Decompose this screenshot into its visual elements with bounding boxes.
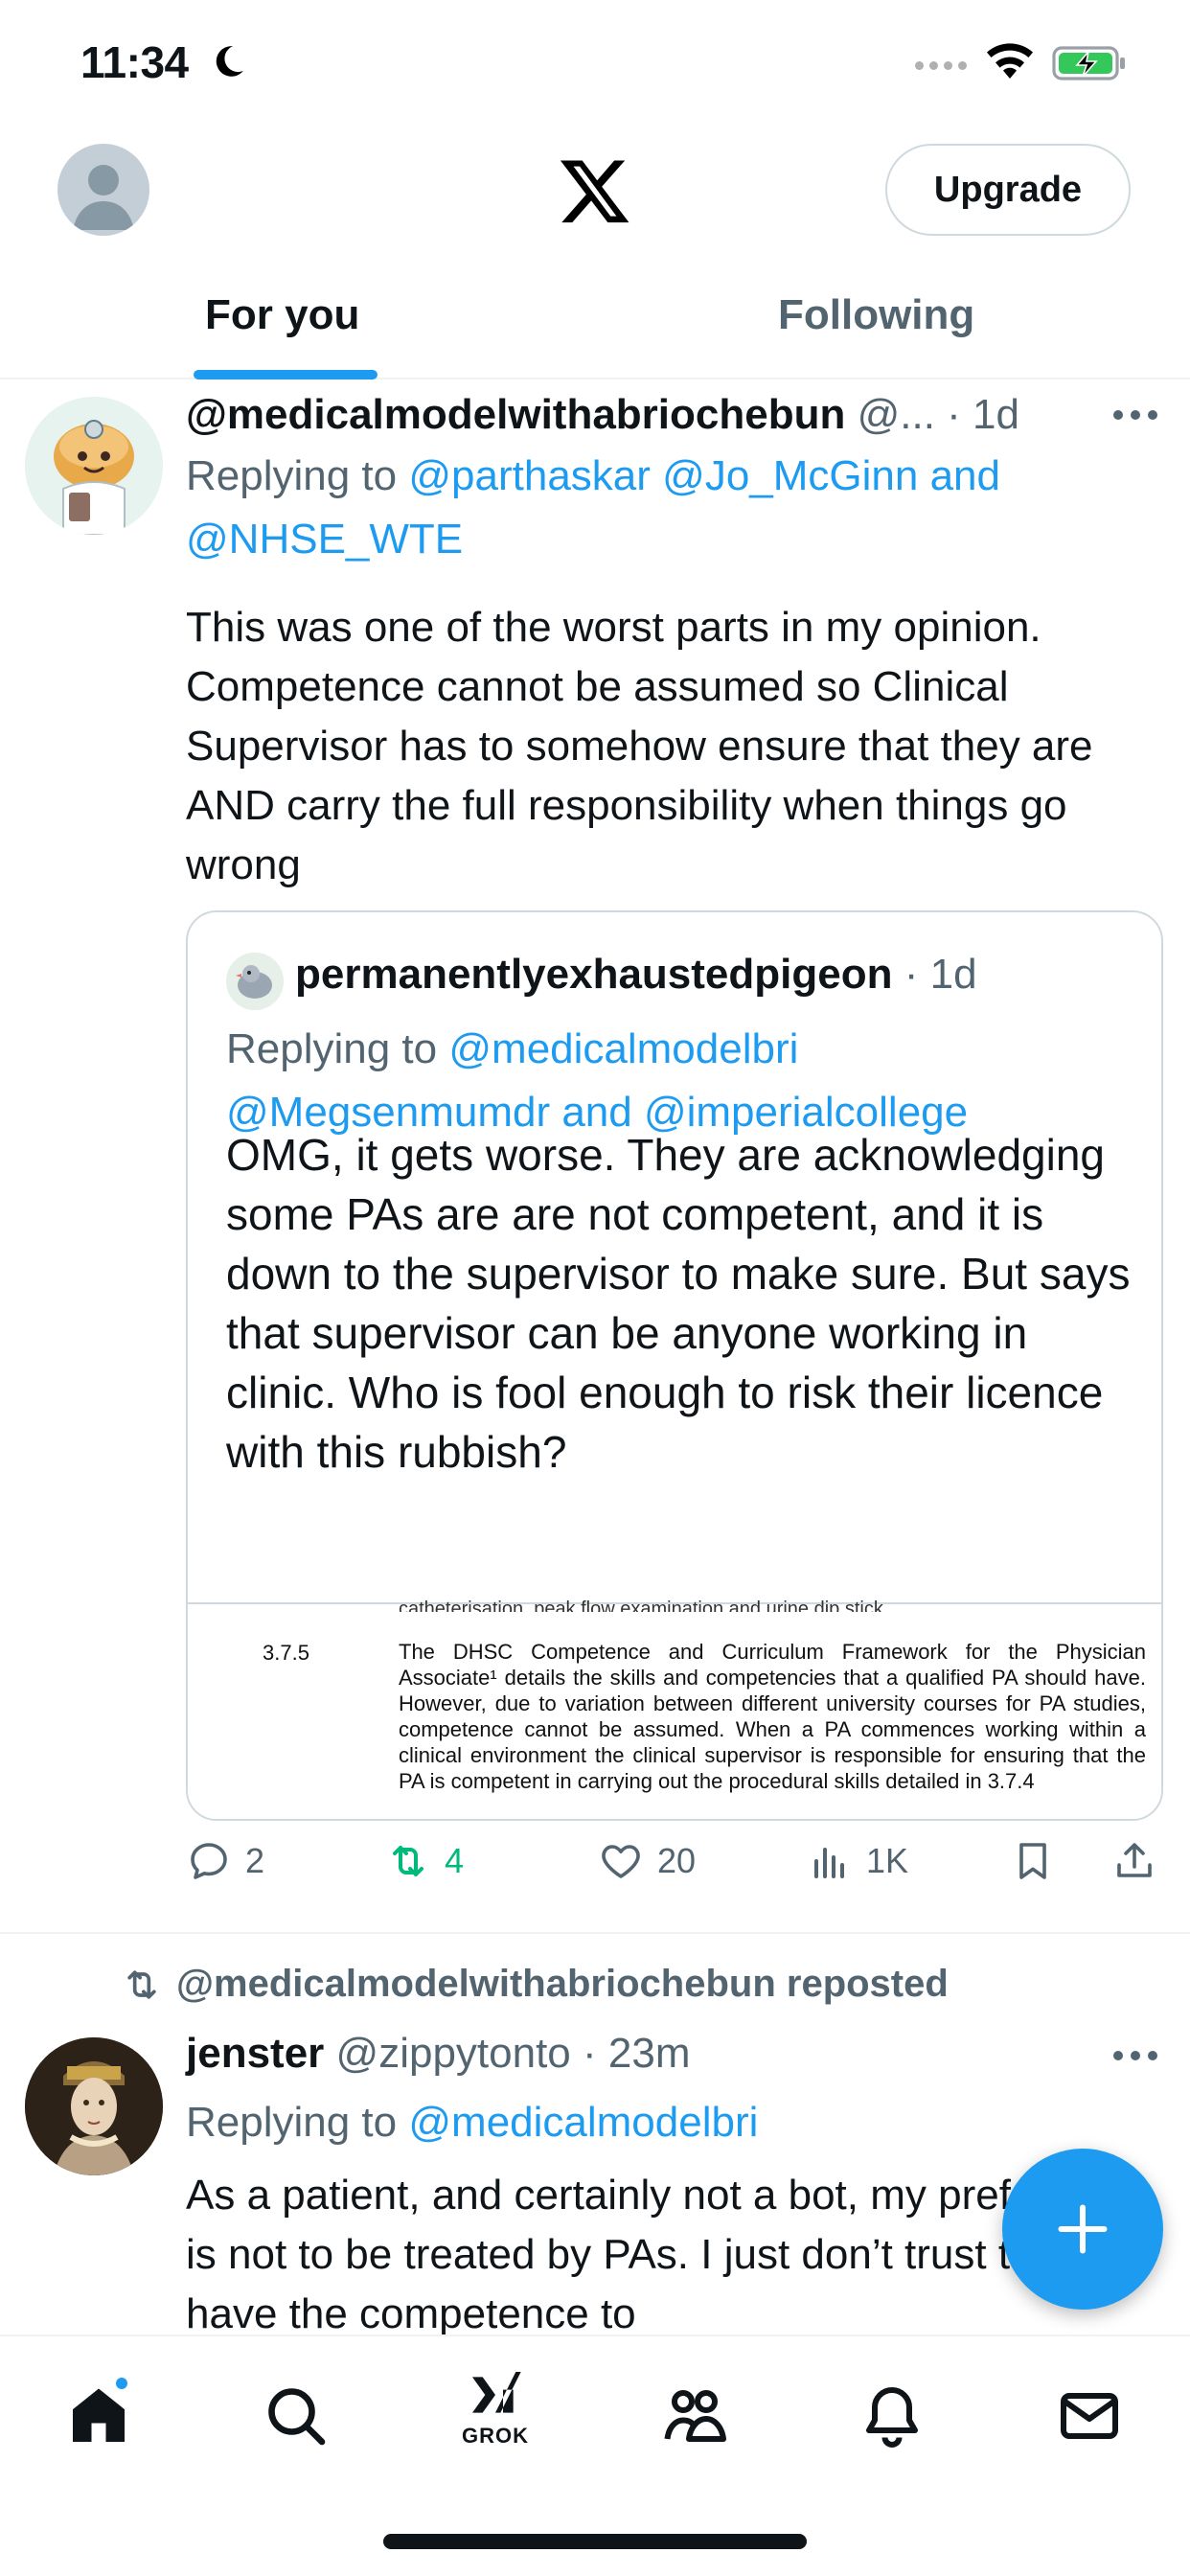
moon-icon: [216, 46, 243, 77]
repost-button[interactable]: 4: [385, 1838, 464, 1884]
views-button[interactable]: 1K: [807, 1838, 908, 1884]
nav-notifications[interactable]: [849, 2373, 935, 2459]
quoted-author-avatar: [226, 953, 284, 1010]
grok-icon: [472, 2372, 521, 2413]
tab-following[interactable]: Following: [778, 291, 974, 339]
quoted-tweet-image[interactable]: catheterisation, peak flow examination a…: [188, 1598, 1161, 1819]
tweet[interactable]: @medicalmodelwithabriochebun @... · 1d R…: [0, 381, 1190, 1934]
quoted-tweet[interactable]: permanentlyexhaustedpigeon · 1d Replying…: [186, 910, 1163, 1821]
brioche-doctor-avatar-icon: [25, 397, 163, 535]
replying-link-line1[interactable]: @medicalmodelbri: [408, 2099, 758, 2146]
quoted-author-name: permanentlyexhaustedpigeon: [295, 951, 893, 998]
profile-avatar[interactable]: [57, 144, 149, 236]
like-button[interactable]: 20: [598, 1838, 696, 1884]
grok-label: GROK: [462, 2424, 529, 2448]
quoted-tweet-text: OMG, it gets worse. They are acknowledgi…: [226, 1130, 1131, 1477]
document-clipped-line: catheterisation, peak flow examination a…: [399, 1598, 889, 1612]
more-options-icon[interactable]: [1113, 2051, 1157, 2060]
tweet-header: jenster @zippytonto · 23m: [186, 2030, 691, 2077]
reply-button[interactable]: 2: [186, 1838, 264, 1884]
quoted-replying-link-line1[interactable]: @medicalmodelbri: [448, 1025, 798, 1072]
search-icon: [268, 2388, 326, 2446]
repost-count: 4: [445, 1841, 465, 1880]
nav-search[interactable]: [253, 2373, 339, 2459]
reposted-by-label: @medicalmodelwithabriochebun reposted: [176, 1963, 949, 2005]
tweet[interactable]: @medicalmodelwithabriochebun reposted je…: [0, 1936, 1190, 2338]
x-logo-icon: [560, 160, 629, 223]
status-time: 11:34: [80, 37, 189, 87]
tweet-time: 23m: [607, 2030, 691, 2077]
more-options-icon[interactable]: [1113, 410, 1157, 420]
communities-icon: [664, 2390, 726, 2442]
replying-to: Replying to @parthaskar @Jo_McGinn and @…: [186, 445, 1067, 571]
author-name[interactable]: @medicalmodelwithabriochebun: [186, 391, 845, 438]
author-handle: @zippytonto: [335, 2030, 571, 2077]
top-bar: Upgrade: [0, 125, 1190, 259]
document-section-number: 3.7.5: [263, 1641, 309, 1665]
bookmark-button[interactable]: [1010, 1838, 1056, 1884]
quoted-replying-prefix: Replying to: [226, 1025, 438, 1072]
replying-link-line2[interactable]: @NHSE_WTE: [186, 516, 463, 563]
share-button[interactable]: [1111, 1838, 1157, 1884]
author-avatar[interactable]: [25, 397, 163, 535]
tweet-text: This was one of the worst parts in my op…: [186, 604, 1093, 888]
views-count: 1K: [866, 1841, 909, 1880]
home-notification-dot: [113, 2375, 130, 2392]
nav-grok[interactable]: GROK: [452, 2363, 538, 2450]
cellular-signal-icon: [915, 61, 967, 70]
messages-icon: [1061, 2393, 1118, 2439]
author-name[interactable]: jenster: [186, 2030, 324, 2077]
heart-icon: [602, 1845, 640, 1878]
compose-plus-icon: [1058, 2204, 1108, 2254]
quoted-tweet-header: permanentlyexhaustedpigeon · 1d: [295, 951, 977, 998]
portrait-avatar-icon: [25, 2037, 163, 2175]
views-chart-icon: [814, 1848, 844, 1878]
replying-prefix: Replying to: [186, 2099, 398, 2146]
replying-to: Replying to @medicalmodelbri: [186, 2091, 1067, 2154]
active-tab-indicator: [194, 370, 378, 380]
reposted-by-line[interactable]: @medicalmodelwithabriochebun reposted: [121, 1963, 949, 2006]
tweet-header: @medicalmodelwithabriochebun @... · 1d: [186, 391, 1019, 438]
tab-for-you[interactable]: For you: [205, 291, 359, 339]
battery-charging-icon: [1052, 46, 1125, 80]
tweet-action-bar: 2 4 20 1K: [186, 1838, 1163, 1896]
document-section-text: The DHSC Competence and Curriculum Frame…: [399, 1640, 1146, 1793]
repost-icon: [393, 1846, 423, 1876]
tweet-time: 1d: [973, 391, 1019, 438]
like-count: 20: [657, 1841, 697, 1880]
replying-link-line1[interactable]: @parthaskar @Jo_McGinn and: [408, 452, 1000, 499]
compose-button[interactable]: [1002, 2149, 1163, 2310]
upgrade-button[interactable]: Upgrade: [885, 144, 1131, 236]
reply-count: 2: [245, 1841, 265, 1880]
nav-messages[interactable]: [1046, 2373, 1133, 2459]
home-indicator[interactable]: [383, 2534, 807, 2549]
pigeon-avatar-icon: [226, 953, 284, 1010]
bookmark-icon: [1019, 1843, 1046, 1879]
nav-communities[interactable]: [652, 2373, 738, 2459]
author-avatar[interactable]: [25, 2037, 163, 2175]
feed-tabs: For you Following: [0, 268, 1190, 380]
share-icon: [1117, 1843, 1152, 1877]
default-avatar-icon: [73, 165, 134, 230]
repost-icon: [127, 1969, 156, 1999]
quoted-tweet-time: 1d: [929, 951, 977, 998]
status-bar: 11:34: [0, 0, 1190, 125]
wifi-icon: [987, 43, 1033, 79]
replying-prefix: Replying to: [186, 452, 398, 499]
notifications-icon: [866, 2387, 918, 2448]
reply-icon: [191, 1843, 227, 1879]
author-handle: @...: [857, 391, 935, 438]
